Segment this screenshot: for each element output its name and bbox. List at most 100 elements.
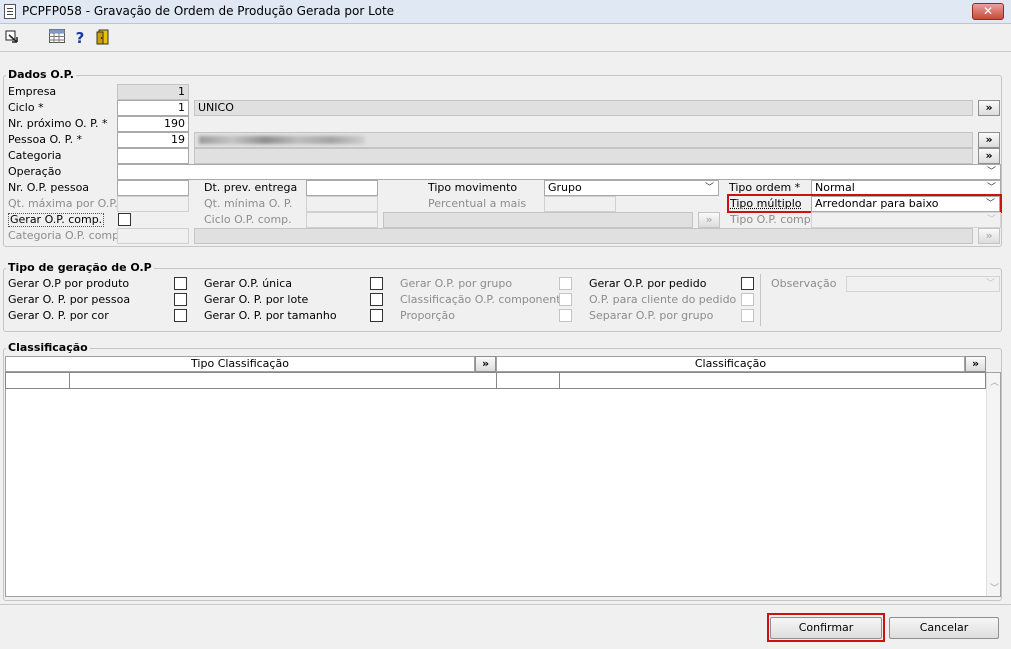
- categoria-op-comp-search-button: »: [978, 228, 1000, 244]
- pessoa-input[interactable]: 19: [117, 132, 189, 148]
- close-button[interactable]: ✕: [972, 3, 1004, 20]
- tipo-multiplo-select[interactable]: Arredondar para baixo ﹀: [811, 196, 1000, 212]
- tipo-op-comp-select: ﹀: [811, 212, 1001, 228]
- scroll-down-icon[interactable]: ﹀: [990, 581, 999, 594]
- classificacao-grid: [5, 372, 1001, 597]
- percentual-input: [544, 196, 616, 212]
- operacao-label: Operação: [8, 165, 62, 178]
- empresa-field: 1: [117, 84, 189, 100]
- ciclo-label: Ciclo *: [8, 101, 44, 114]
- col-header-classificacao[interactable]: Classificação: [496, 356, 965, 372]
- categoria-search-button[interactable]: »: [978, 148, 1000, 164]
- confirm-button[interactable]: Confirmar: [770, 617, 882, 639]
- categoria-op-comp-label: Categoria O.P. comp.: [8, 229, 123, 242]
- categoria-op-comp-description: [194, 228, 973, 244]
- exit-icon[interactable]: [3, 29, 21, 47]
- classificacao-componente-checkbox: [559, 293, 572, 306]
- help-icon[interactable]: ?: [71, 29, 89, 47]
- observacao-select: ﹀: [846, 276, 1000, 292]
- classificacao-componente-label: Classificação O.P. componente: [400, 293, 568, 306]
- cell-divider: [69, 373, 70, 388]
- proporcao-checkbox: [559, 309, 572, 322]
- ciclo-search-button[interactable]: »: [978, 100, 1000, 116]
- scroll-up-icon[interactable]: ︿: [990, 375, 999, 388]
- proporcao-label: Proporção: [400, 309, 455, 322]
- blurred-name: [199, 136, 365, 144]
- categoria-input[interactable]: [117, 148, 189, 164]
- table-row[interactable]: [5, 372, 986, 389]
- gerar-por-produto-label: Gerar O.P por produto: [8, 277, 130, 290]
- gerar-por-cor-checkbox[interactable]: [174, 309, 187, 322]
- separar-por-grupo-label: Separar O.P. por grupo: [589, 309, 714, 322]
- dt-prev-entrega-input[interactable]: [306, 180, 378, 196]
- nr-proximo-label: Nr. próximo O. P. *: [8, 117, 108, 130]
- empresa-label: Empresa: [8, 85, 57, 98]
- col-header-tipo-classificacao[interactable]: Tipo Classificação: [5, 356, 475, 372]
- nr-proximo-input[interactable]: 190: [117, 116, 189, 132]
- dados-op-title: Dados O.P.: [6, 68, 76, 81]
- cancel-button[interactable]: Cancelar: [889, 617, 999, 639]
- gerar-unica-label: Gerar O.P. única: [204, 277, 292, 290]
- categoria-label: Categoria: [8, 149, 62, 162]
- ciclo-op-comp-search-button: »: [698, 212, 720, 228]
- categoria-description: [194, 148, 973, 164]
- gerar-por-pedido-checkbox[interactable]: [741, 277, 754, 290]
- tipo-multiplo-value: Arredondar para baixo: [815, 197, 939, 210]
- cell-divider: [559, 373, 560, 388]
- tipo-multiplo-label: Tipo múltiplo: [730, 197, 802, 210]
- classificacao-title: Classificação: [6, 341, 90, 354]
- separar-por-grupo-checkbox: [741, 309, 754, 322]
- gerar-por-tamanho-label: Gerar O. P. por tamanho: [204, 309, 337, 322]
- classificacao-search-button[interactable]: »: [965, 356, 986, 372]
- gerar-unica-checkbox[interactable]: [370, 277, 383, 290]
- chevron-down-icon: ﹀: [985, 279, 995, 289]
- ciclo-op-comp-label: Ciclo O.P. comp.: [204, 213, 292, 226]
- gerar-por-pessoa-checkbox[interactable]: [174, 293, 187, 306]
- door-icon[interactable]: [94, 29, 112, 47]
- ciclo-op-comp-input: [306, 212, 378, 228]
- gerar-por-produto-checkbox[interactable]: [174, 277, 187, 290]
- pessoa-search-button[interactable]: »: [978, 132, 1000, 148]
- ciclo-description: UNICO: [194, 100, 973, 116]
- gerar-op-comp-label[interactable]: Gerar O.P. comp.: [8, 213, 105, 227]
- tipo-geracao-title: Tipo de geração de O.P: [6, 261, 154, 274]
- chevron-down-icon: ﹀: [986, 183, 996, 193]
- tipo-movimento-select[interactable]: Grupo ﹀: [544, 180, 719, 196]
- observacao-label: Observação: [771, 277, 837, 290]
- qt-minima-label: Qt. mínima O. P.: [204, 197, 293, 210]
- tipo-classificacao-search-button[interactable]: »: [475, 356, 496, 372]
- pessoa-label: Pessoa O. P. *: [8, 133, 83, 146]
- gerar-por-grupo-label: Gerar O.P. por grupo: [400, 277, 513, 290]
- nr-op-pessoa-input[interactable]: [117, 180, 189, 196]
- chevron-down-icon: ﹀: [986, 167, 996, 177]
- qt-minima-input: [306, 196, 378, 212]
- qt-maxima-input: [117, 196, 189, 212]
- window-title: PCPFP058 - Gravação de Ordem de Produção…: [22, 4, 395, 18]
- gerar-por-pedido-label: Gerar O.P. por pedido: [589, 277, 707, 290]
- tipo-movimento-value: Grupo: [548, 181, 582, 194]
- chevron-down-icon: ﹀: [986, 215, 996, 225]
- gerar-por-lote-checkbox[interactable]: [370, 293, 383, 306]
- vertical-scrollbar[interactable]: ︿ ﹀: [986, 373, 1000, 596]
- tipo-ordem-value: Normal: [815, 181, 855, 194]
- ciclo-input[interactable]: 1: [117, 100, 189, 116]
- chevron-down-icon: ﹀: [704, 183, 714, 193]
- gerar-por-lote-label: Gerar O. P. por lote: [204, 293, 309, 306]
- tipo-movimento-label: Tipo movimento: [428, 181, 518, 194]
- pessoa-description: [194, 132, 973, 148]
- percentual-label: Percentual a mais: [428, 197, 527, 210]
- nr-op-pessoa-label: Nr. O.P. pessoa: [8, 181, 90, 194]
- cliente-do-pedido-label: O.P. para cliente do pedido: [589, 293, 737, 306]
- chevron-down-icon: ﹀: [985, 199, 995, 209]
- dt-prev-entrega-label: Dt. prev. entrega: [204, 181, 298, 194]
- gerar-por-cor-label: Gerar O. P. por cor: [8, 309, 109, 322]
- gerar-op-comp-checkbox[interactable]: [118, 213, 131, 226]
- document-icon: [4, 4, 16, 19]
- ciclo-op-comp-description: [383, 212, 693, 228]
- divider: [760, 274, 761, 326]
- cliente-do-pedido-checkbox: [741, 293, 754, 306]
- categoria-op-comp-input: [117, 228, 189, 244]
- grid-icon[interactable]: [48, 29, 66, 47]
- operacao-select[interactable]: ﹀: [117, 164, 1001, 180]
- gerar-por-tamanho-checkbox[interactable]: [370, 309, 383, 322]
